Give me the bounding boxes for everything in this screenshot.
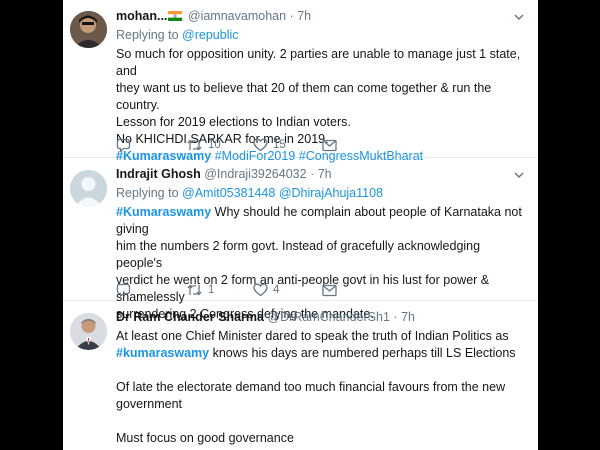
like-icon (253, 138, 268, 152)
reply-icon (116, 283, 131, 297)
hashtag-link[interactable]: #Kumaraswamy (116, 205, 211, 219)
hashtag-link[interactable]: #kumaraswamy (116, 346, 209, 360)
avatar-mohan[interactable] (70, 11, 107, 48)
timestamp[interactable]: 7h (318, 167, 332, 181)
separator: · (289, 9, 294, 23)
like-button[interactable]: 15 (253, 137, 286, 153)
text-line: him the numbers 2 form govt. Instead of … (116, 239, 481, 270)
replying-label: Replying to (116, 28, 179, 42)
text-line: they want us to believe that 20 of them … (116, 81, 492, 112)
mention-link[interactable]: @republic (182, 28, 238, 42)
separator: · (310, 167, 315, 181)
reply-icon (116, 138, 131, 152)
like-count: 15 (273, 139, 286, 151)
retweet-icon (187, 139, 202, 151)
handle[interactable]: @Indraji39264032 (204, 167, 306, 181)
tweet-1[interactable]: mohan... @iamnavamohan · 7h Replying to … (63, 0, 538, 163)
tweet-2[interactable]: Indrajit Ghosh @Indraji39264032 · 7h Rep… (63, 158, 538, 321)
tweet-header: mohan... @iamnavamohan · 7h (116, 8, 524, 24)
caret-down-icon[interactable] (514, 172, 524, 179)
avatar-indrajit[interactable] (70, 170, 107, 207)
handle[interactable]: @DrRamChanderSh1 (267, 310, 389, 324)
text-line: government (116, 397, 183, 411)
display-name[interactable]: mohan... (116, 9, 167, 23)
retweet-count: 1 (208, 284, 215, 296)
separator: · (393, 310, 398, 324)
message-icon (322, 139, 337, 151)
text-line: Of late the electorate demand too much f… (116, 380, 506, 394)
like-button[interactable]: 4 (253, 282, 279, 298)
timestamp[interactable]: 7h (401, 310, 415, 324)
text-line: #kumaraswamy knows his days are numbered… (116, 345, 524, 362)
tweet-header: Dr Ram Chander Sharma @DrRamChanderSh1 ·… (116, 309, 524, 325)
line-break (116, 362, 524, 379)
like-icon (253, 283, 268, 297)
retweet-button[interactable]: 10 (186, 137, 221, 153)
retweet-count: 10 (208, 139, 221, 151)
text-line: Must focus on good governance (116, 431, 294, 445)
mention-link[interactable]: @Amit05381448 (182, 186, 275, 200)
india-flag-icon (168, 11, 183, 21)
tweet-thread: mohan... @iamnavamohan · 7h Replying to … (63, 0, 538, 450)
tweet-3[interactable]: Dr Ram Chander Sharma @DrRamChanderSh1 ·… (63, 301, 538, 450)
tweet-actions: 10 15 (116, 137, 516, 153)
message-icon (322, 284, 337, 296)
like-count: 4 (273, 284, 280, 296)
tweet-header: Indrajit Ghosh @Indraji39264032 · 7h (116, 166, 524, 182)
reply-button[interactable] (116, 282, 131, 298)
mention-link[interactable]: @DhirajAhuja1108 (279, 186, 383, 200)
caret-down-icon[interactable] (514, 14, 524, 21)
line-break (116, 413, 524, 430)
tweet-actions: 1 4 (116, 282, 516, 298)
message-button[interactable] (322, 137, 337, 153)
text-line: At least one Chief Minister dared to spe… (116, 329, 509, 343)
retweet-icon (187, 284, 202, 296)
tweet-text: At least one Chief Minister dared to spe… (116, 328, 524, 447)
replying-label: Replying to (116, 186, 179, 200)
reply-button[interactable] (116, 137, 131, 153)
message-button[interactable] (322, 282, 337, 298)
text-line: Lesson for 2019 elections to Indian vote… (116, 115, 351, 129)
display-name[interactable]: Indrajit Ghosh (116, 167, 201, 181)
text-line: #Kumaraswamy Why should he complain abou… (116, 204, 524, 238)
replying-to: Replying to @Amit05381448 @DhirajAhuja11… (116, 185, 524, 202)
handle[interactable]: @iamnavamohan (188, 9, 286, 23)
display-name[interactable]: Dr Ram Chander Sharma (116, 310, 264, 324)
timestamp[interactable]: 7h (297, 9, 311, 23)
retweet-button[interactable]: 1 (186, 282, 214, 298)
text-span: knows his days are numbered perhaps till… (209, 346, 516, 360)
avatar-ram-chander[interactable] (70, 313, 107, 350)
text-line: So much for opposition unity. 2 parties … (116, 47, 521, 78)
replying-to: Replying to @republic (116, 27, 524, 44)
